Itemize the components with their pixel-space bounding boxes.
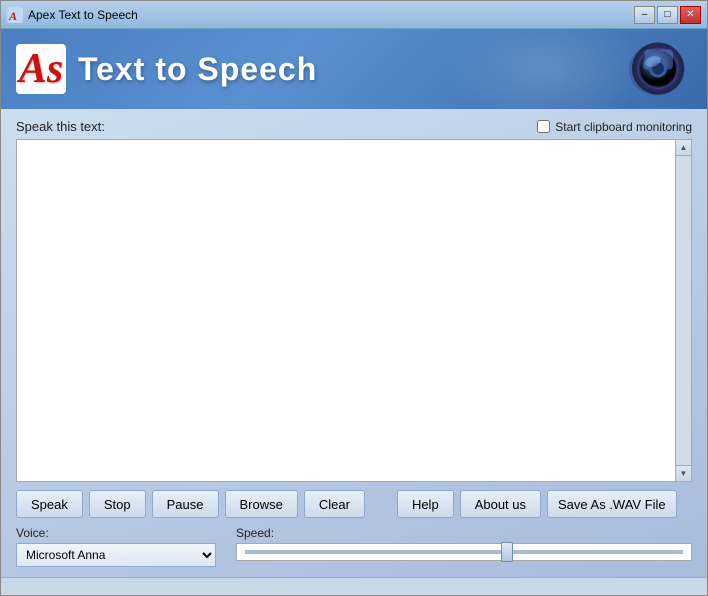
scroll-up-button[interactable]: ▲ (676, 140, 691, 156)
main-content: Speak this text: Start clipboard monitor… (1, 109, 707, 577)
window-controls: – □ ✕ (634, 6, 701, 24)
speed-section: Speed: (236, 526, 692, 561)
scrollbar[interactable]: ▲ ▼ (675, 140, 691, 481)
main-window: A Apex Text to Speech – □ ✕ As Text to S… (0, 0, 708, 596)
voice-section: Voice: Microsoft Anna Microsoft David Mi… (16, 526, 216, 567)
minimize-button[interactable]: – (634, 6, 655, 24)
text-area-wrapper: ▲ ▼ (16, 139, 692, 482)
save-wav-button[interactable]: Save As .WAV File (547, 490, 677, 518)
app-icon: A (7, 7, 23, 23)
speed-label: Speed: (236, 526, 692, 540)
scroll-track (676, 156, 691, 465)
maximize-button[interactable]: □ (657, 6, 678, 24)
scroll-down-button[interactable]: ▼ (676, 465, 691, 481)
bottom-controls: Voice: Microsoft Anna Microsoft David Mi… (16, 526, 692, 567)
clear-button[interactable]: Clear (304, 490, 365, 518)
clipboard-label[interactable]: Start clipboard monitoring (555, 120, 692, 134)
clipboard-checkbox[interactable] (537, 120, 550, 133)
voice-select[interactable]: Microsoft Anna Microsoft David Microsoft… (16, 543, 216, 567)
clipboard-row: Start clipboard monitoring (537, 120, 692, 134)
stop-button[interactable]: Stop (89, 490, 146, 518)
speak-button[interactable]: Speak (16, 490, 83, 518)
about-button[interactable]: About us (460, 490, 541, 518)
pause-button[interactable]: Pause (152, 490, 219, 518)
svg-text:A: A (8, 9, 17, 23)
speak-label-row: Speak this text: Start clipboard monitor… (16, 119, 692, 134)
text-input[interactable] (17, 140, 675, 481)
close-button[interactable]: ✕ (680, 6, 701, 24)
browse-button[interactable]: Browse (225, 490, 298, 518)
speed-slider[interactable] (245, 550, 683, 554)
title-bar: A Apex Text to Speech – □ ✕ (1, 1, 707, 29)
header-logo: As (16, 44, 66, 94)
help-button[interactable]: Help (397, 490, 454, 518)
status-bar (1, 577, 707, 595)
header-banner: As Text to Speech (1, 29, 707, 109)
window-title: Apex Text to Speech (28, 8, 634, 22)
speed-slider-wrapper (236, 543, 692, 561)
voice-label: Voice: (16, 526, 216, 540)
app-title: Text to Speech (78, 51, 317, 88)
buttons-row: Speak Stop Pause Browse Clear Help About… (16, 490, 692, 518)
speaker-icon (622, 37, 692, 102)
speak-label: Speak this text: (16, 119, 105, 134)
